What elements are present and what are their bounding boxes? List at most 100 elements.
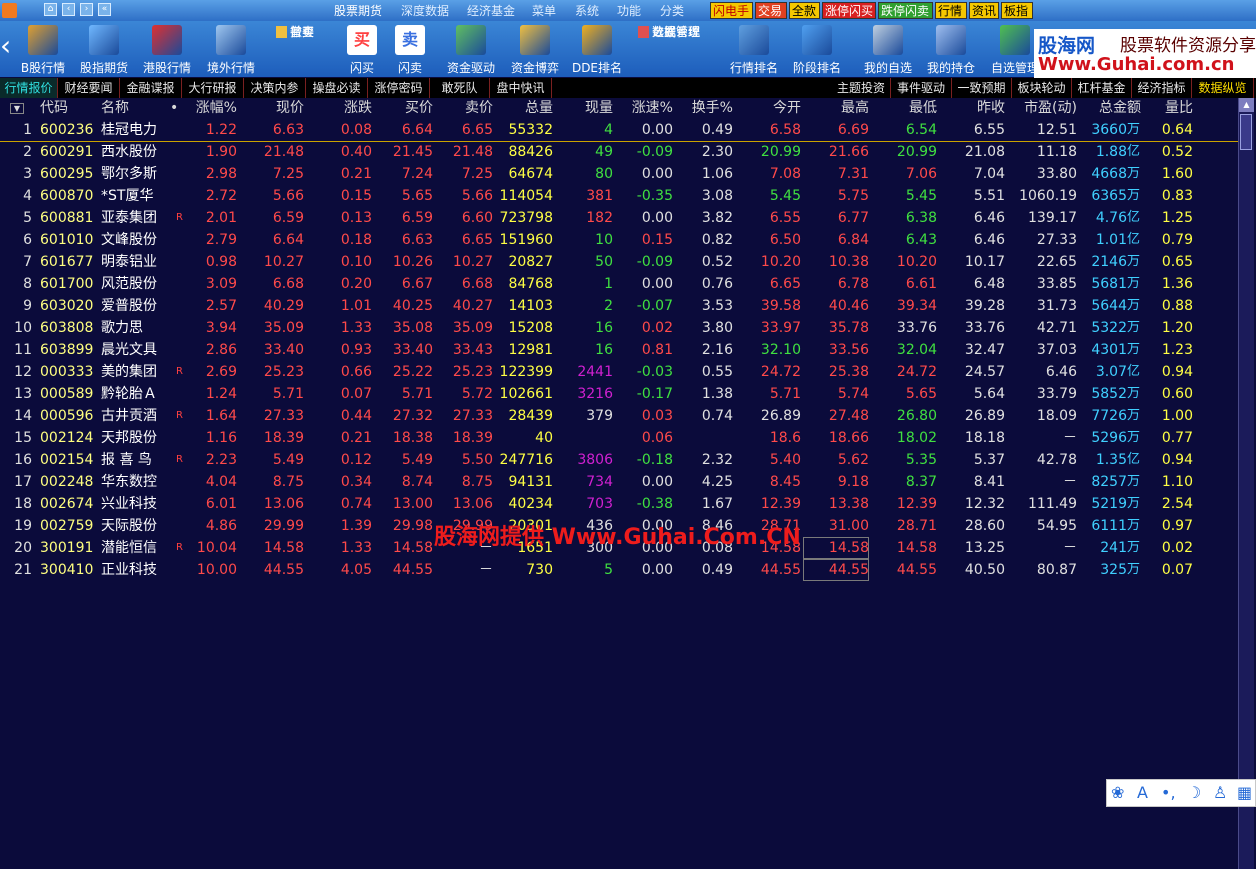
tab-right-0[interactable]: 主题投资: [832, 78, 891, 98]
table-row[interactable]: 5 600881 亚泰集团 R 2.01 6.59 0.13 6.59 6.60 723798 18…: [0, 207, 1238, 229]
table-row[interactable]: 4 600870 *ST厦华 2.72 5.66 0.15 5.65 5.66 114054 38…: [0, 185, 1238, 207]
tab-left-8[interactable]: 盘中快讯: [490, 78, 552, 98]
tab-left-1[interactable]: 财经要闻: [58, 78, 120, 98]
tool-overseas-market-button[interactable]: 境外行情: [207, 21, 255, 77]
tab-left-0[interactable]: 行情报价: [0, 78, 58, 98]
table-row[interactable]: 16 002154 报 喜 鸟 R 2.23 5.49 0.12 5.49 5.50 247716…: [0, 449, 1238, 471]
column-header-6[interactable]: 买价: [375, 98, 433, 119]
tool-b-stock-button[interactable]: B股行情: [21, 21, 65, 77]
quick-button-7[interactable]: 板指: [1001, 2, 1033, 19]
menu-item-1[interactable]: 深度数据: [401, 2, 449, 19]
window-button-0[interactable]: ⌂: [44, 3, 57, 16]
column-header-18[interactable]: 量比: [1143, 98, 1193, 119]
column-header-12[interactable]: 今开: [735, 98, 801, 119]
table-row[interactable]: 14 000596 古井贡酒 R 1.64 27.33 0.44 27.32 27.33 2843…: [0, 405, 1238, 427]
table-row[interactable]: 13 000589 黔轮胎Ａ 1.24 5.71 0.07 5.71 5.72 102661 32…: [0, 383, 1238, 405]
column-header-2[interactable]: •: [170, 98, 180, 119]
column-header-9[interactable]: 现量: [555, 98, 613, 119]
column-header-14[interactable]: 最低: [871, 98, 937, 119]
tab-left-5[interactable]: 操盘必读: [306, 78, 368, 98]
column-header-16[interactable]: 市盈(动): [1007, 98, 1077, 119]
tab-right-3[interactable]: 板块轮动: [1012, 78, 1072, 98]
cell-col-12: 0.82: [701, 232, 733, 248]
tab-right-4[interactable]: 杠杆基金: [1072, 78, 1132, 98]
tab-left-2[interactable]: 金融谍报: [120, 78, 182, 98]
cell-col-16: 18.18: [964, 430, 1005, 446]
table-row[interactable]: 1 600236 桂冠电力 1.22 6.63 0.08 6.64 6.65 55332 4 0.0…: [0, 119, 1238, 142]
table-row[interactable]: 17 002248 华东数控 4.04 8.75 0.34 8.74 8.75 94131 734…: [0, 471, 1238, 493]
index-futures-icon: [89, 25, 119, 55]
column-header-4[interactable]: 现价: [240, 98, 304, 119]
table-row[interactable]: 21 300410 正业科技 10.00 44.55 4.05 44.55 － 730 5 0.00…: [0, 559, 1238, 581]
column-header-1[interactable]: 名称: [101, 98, 161, 119]
cell-col-15: 33.76: [896, 320, 937, 336]
table-row[interactable]: 10 603808 歌力思 3.94 35.09 1.33 35.08 35.09 15208 1…: [0, 317, 1238, 339]
table-row[interactable]: 11 603899 晨光文具 2.86 33.40 0.93 33.40 33.43 12981…: [0, 339, 1238, 361]
tab-left-6[interactable]: 涨停密码: [368, 78, 430, 98]
column-header-3[interactable]: 涨幅%: [180, 98, 237, 119]
app-icon[interactable]: [2, 3, 17, 18]
quick-button-4[interactable]: 跌停闪卖: [878, 2, 933, 19]
cell-col-0: 12: [14, 364, 32, 380]
column-header-17[interactable]: 总金额: [1079, 98, 1141, 119]
menu-item-0[interactable]: 股票期货: [334, 2, 382, 19]
quick-button-1[interactable]: 交易: [755, 2, 787, 19]
back-arrow-icon[interactable]: ‹: [0, 31, 18, 61]
table-row[interactable]: 3 600295 鄂尔多斯 2.98 7.25 0.21 7.24 7.25 64674 80 0.…: [0, 163, 1238, 185]
tab-right-5[interactable]: 经济指标: [1132, 78, 1192, 98]
column-header-10[interactable]: 涨速%: [615, 98, 673, 119]
tab-left-3[interactable]: 大行研报: [182, 78, 244, 98]
cell-col-14: 6.69: [837, 122, 869, 138]
table-row[interactable]: 6 601010 文峰股份 2.79 6.64 0.18 6.63 6.65 151960 10 0…: [0, 229, 1238, 251]
vertical-scrollbar[interactable]: ▲: [1238, 98, 1254, 869]
user-icon[interactable]: ♙: [1213, 783, 1227, 802]
cell-col-19: 亿: [1127, 364, 1141, 379]
tab-right-1[interactable]: 事件驱动: [891, 78, 952, 98]
table-row[interactable]: 18 002674 兴业科技 6.01 13.06 0.74 13.00 13.06 40234…: [0, 493, 1238, 515]
quick-button-5[interactable]: 行情: [935, 2, 967, 19]
table-row[interactable]: 7 601677 明泰铝业 0.98 10.27 0.10 10.26 10.27 20827 5…: [0, 251, 1238, 273]
menu-item-5[interactable]: 功能: [617, 2, 641, 19]
grid-icon[interactable]: ▦: [1237, 783, 1252, 802]
table-row[interactable]: 8 601700 风范股份 3.09 6.68 0.20 6.67 6.68 84768 1 0.0…: [0, 273, 1238, 295]
manage-stack-label: 选股系统: [652, 25, 701, 39]
tab-right-2[interactable]: 一致预期: [952, 78, 1012, 98]
column-header-15[interactable]: 昨收: [939, 98, 1005, 119]
quick-button-2[interactable]: 全款: [789, 2, 820, 19]
text-icon[interactable]: A: [1137, 783, 1148, 802]
table-row[interactable]: 2 600291 西水股份 1.90 21.48 0.40 21.45 21.48 88426 4…: [0, 141, 1238, 163]
menu-item-6[interactable]: 分类: [660, 2, 684, 19]
column-header-0[interactable]: 代码: [40, 98, 100, 119]
tab-left-7[interactable]: 敢死队: [430, 78, 490, 98]
moon-icon[interactable]: ☽: [1187, 783, 1201, 802]
menu-item-4[interactable]: 系统: [575, 2, 599, 19]
tool-index-futures-button[interactable]: 股指期货: [80, 21, 128, 77]
paw-icon[interactable]: ❀: [1111, 783, 1124, 802]
window-button-2[interactable]: ›: [80, 3, 93, 16]
column-header-11[interactable]: 换手%: [675, 98, 733, 119]
menu-item-2[interactable]: 经济基金: [467, 2, 515, 19]
cell-col-13: 6.50: [769, 232, 801, 248]
table-row[interactable]: 9 603020 爱普股份 2.57 40.29 1.01 40.25 40.27 14103 2…: [0, 295, 1238, 317]
cell-col-18: 4301: [1091, 342, 1127, 358]
table-row[interactable]: 15 002124 天邦股份 1.16 18.39 0.21 18.38 18.39 40 0.0…: [0, 427, 1238, 449]
scroll-up-icon[interactable]: ▲: [1239, 98, 1254, 112]
column-header-8[interactable]: 总量: [495, 98, 553, 119]
sort-menu-icon[interactable]: ▼: [10, 103, 24, 114]
punct-icon[interactable]: •,: [1161, 783, 1176, 802]
tab-right-6[interactable]: 数据纵览: [1192, 78, 1254, 98]
tab-left-4[interactable]: 决策内参: [244, 78, 306, 98]
column-header-7[interactable]: 卖价: [435, 98, 493, 119]
quick-button-3[interactable]: 涨停闪买: [822, 2, 876, 19]
window-button-3[interactable]: «: [98, 3, 111, 16]
quick-button-0[interactable]: 闪电手: [710, 2, 753, 19]
quick-button-6[interactable]: 资讯: [969, 2, 999, 19]
table-row[interactable]: 12 000333 美的集团 R 2.69 25.23 0.66 25.22 25.23 1223…: [0, 361, 1238, 383]
column-header-13[interactable]: 最高: [803, 98, 869, 119]
cell-col-6: 4.05: [340, 562, 372, 578]
tool-hk-stock-button[interactable]: 港股行情: [143, 21, 191, 77]
column-header-5[interactable]: 涨跌: [306, 98, 372, 119]
scroll-thumb[interactable]: [1240, 114, 1252, 150]
window-button-1[interactable]: ‹: [62, 3, 75, 16]
menu-item-3[interactable]: 菜单: [532, 2, 556, 19]
